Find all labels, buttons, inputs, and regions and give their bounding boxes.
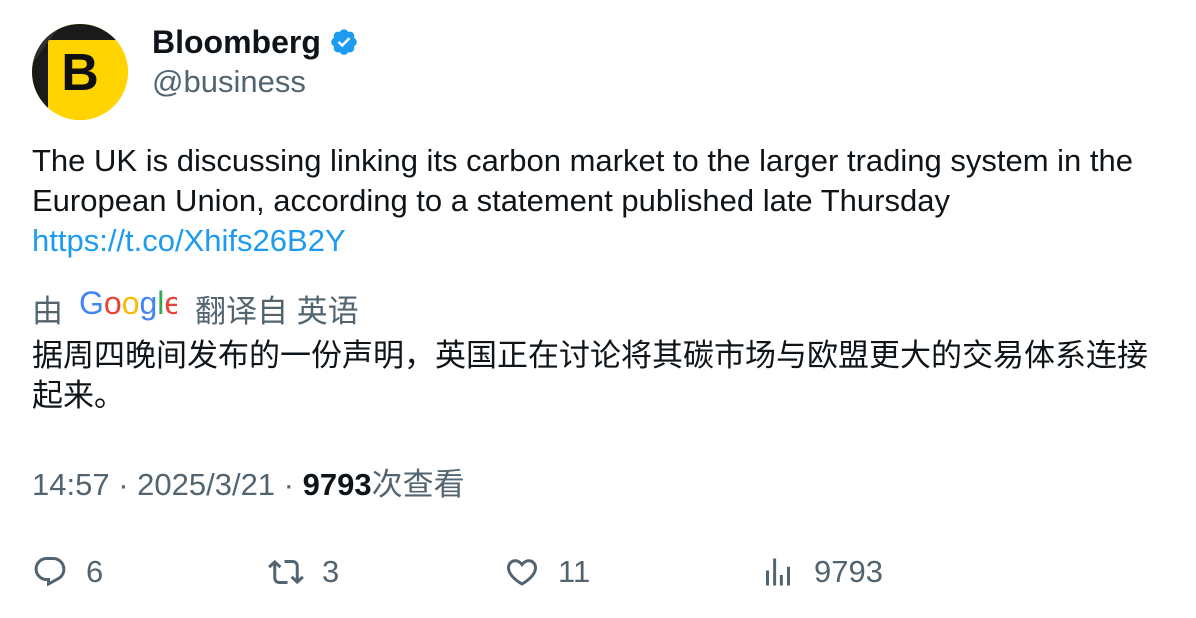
meta-separator-2: · bbox=[275, 467, 303, 502]
avatar[interactable]: B bbox=[32, 24, 128, 120]
views-button[interactable]: 9793 bbox=[760, 550, 883, 594]
views-label: 次查看 bbox=[371, 467, 465, 502]
handle[interactable]: @business bbox=[152, 62, 359, 102]
tweet-link[interactable]: https://t.co/Xhifs26B2Y bbox=[32, 221, 1172, 261]
translation-header: 由 Google 翻译自 英语 bbox=[32, 285, 359, 330]
bar-chart-icon bbox=[766, 558, 790, 586]
reply-button[interactable]: 6 bbox=[32, 550, 103, 594]
retweet-arrows-icon bbox=[268, 559, 304, 585]
meta-separator: · bbox=[109, 467, 138, 502]
tweet-time[interactable]: 14:57 bbox=[32, 467, 110, 502]
google-logo-icon[interactable]: Google bbox=[79, 285, 182, 330]
author-header: Bloomberg @business bbox=[152, 22, 359, 102]
retweet-count: 3 bbox=[322, 554, 340, 589]
display-name[interactable]: Bloomberg bbox=[152, 22, 321, 62]
tweet-date[interactable]: 2025/3/21 bbox=[137, 467, 275, 502]
translated-text: 据周四晚间发布的一份声明，英国正在讨论将其碳市场与欧盟更大的交易体系连接起来。 bbox=[32, 338, 1148, 414]
tweet-body: The UK is discussing linking its carbon … bbox=[32, 143, 1133, 218]
name-row: Bloomberg bbox=[152, 22, 359, 62]
reply-count: 6 bbox=[86, 554, 104, 589]
verified-badge-icon[interactable] bbox=[329, 27, 359, 57]
svg-text:Google: Google bbox=[79, 286, 177, 321]
views-action-count: 9793 bbox=[814, 554, 883, 589]
translation-suffix: 翻译自 英语 bbox=[195, 293, 359, 329]
tweet-meta: 14:57 · 2025/3/21 · 9793次查看 bbox=[32, 463, 465, 507]
tweet-text: The UK is discussing linking its carbon … bbox=[32, 141, 1172, 261]
like-count: 11 bbox=[558, 554, 591, 589]
avatar-letter: B bbox=[61, 44, 99, 102]
like-button[interactable]: 11 bbox=[504, 550, 590, 594]
translation-prefix: 由 bbox=[32, 293, 63, 329]
action-bar: 6 3 11 9793 bbox=[32, 550, 1172, 594]
heart-icon bbox=[506, 559, 538, 586]
views-count: 9793 bbox=[302, 467, 372, 502]
reply-bubble-icon bbox=[34, 557, 66, 587]
retweet-button[interactable]: 3 bbox=[268, 550, 339, 594]
bloomberg-logo-icon: B bbox=[32, 24, 128, 120]
